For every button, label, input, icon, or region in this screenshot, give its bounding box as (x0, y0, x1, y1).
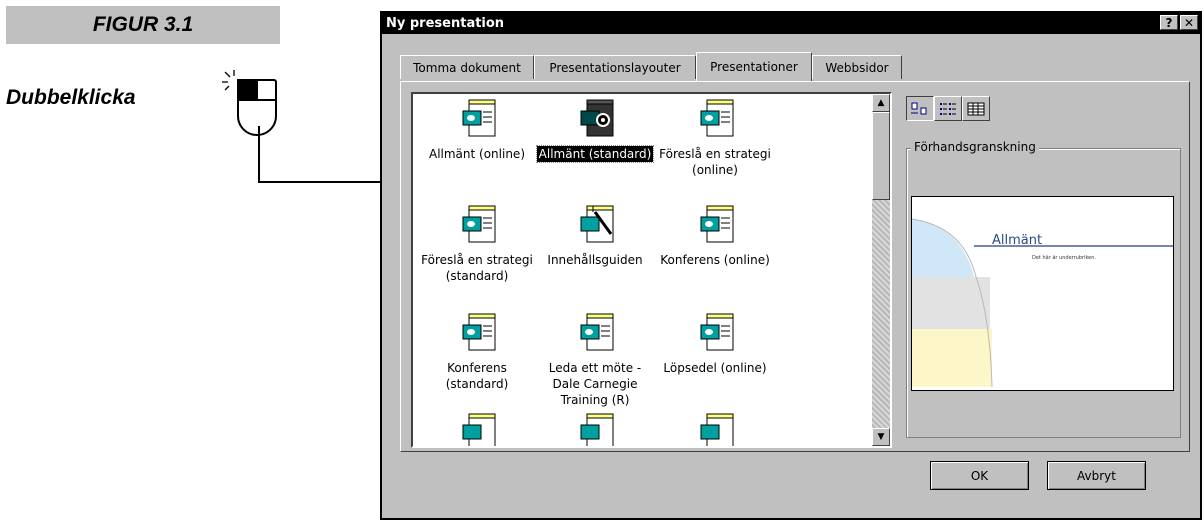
large-icons-view-button[interactable] (906, 96, 934, 121)
tab-tomma-dokument[interactable]: Tomma dokument (400, 55, 534, 79)
template-lopsedel-online[interactable]: Löpsedel (online) (653, 312, 777, 376)
figure-label-text: FIGUR 3.1 (92, 13, 194, 36)
large-icons-icon (911, 102, 927, 114)
new-presentation-dialog: Ny presentation ? ✕ Tomma dokument Prese… (380, 11, 1202, 520)
dialog-title: Ny presentation (386, 16, 505, 31)
template-konferens-standard[interactable]: Konferens (standard) (415, 312, 539, 392)
template-label: Allmänt (online) (428, 147, 525, 161)
presentation-template-icon (462, 205, 496, 243)
presentation-template-icon (580, 313, 614, 351)
template-label: Konferens (online) (660, 253, 770, 267)
template-label: Föreslå en strategi (online) (659, 147, 771, 177)
presentation-template-icon[interactable] (693, 412, 737, 448)
presentation-template-icon (700, 313, 734, 351)
slide-background-graphic (912, 218, 1173, 388)
template-label: Löpsedel (online) (663, 361, 767, 375)
scroll-thumb[interactable] (872, 112, 890, 200)
presentation-template-icon (462, 313, 496, 351)
presentation-template-icon (700, 99, 734, 137)
list-icon (940, 102, 956, 115)
preview-group-label: Förhandsgranskning (911, 140, 1039, 154)
mouse-icon (222, 70, 277, 136)
template-innehallsguiden[interactable]: Innehållsguiden (533, 204, 657, 268)
template-label: Leda ett möte - Dale Carnegie Training (… (548, 361, 642, 407)
presentation-template-icon (462, 99, 496, 137)
presentation-template-icon (580, 99, 614, 137)
template-allmant-standard[interactable]: Allmänt (standard) (533, 98, 657, 163)
tab-panel: Allmänt (online) Allmänt (standard) Före… (400, 81, 1190, 452)
template-list[interactable]: Allmänt (online) Allmänt (standard) Före… (411, 92, 892, 448)
wizard-icon (580, 205, 614, 243)
presentation-template-icon[interactable] (573, 412, 617, 448)
template-foresla-strategi-standard[interactable]: Föreslå en strategi (standard) (415, 204, 539, 284)
slide-preview-title: Allmänt (992, 233, 1043, 248)
ok-button[interactable]: OK (930, 461, 1029, 490)
cancel-button[interactable]: Avbryt (1047, 461, 1146, 490)
tab-presentationslayouter[interactable]: Presentationslayouter (534, 55, 696, 79)
details-icon (967, 102, 985, 115)
preview-group: Förhandsgranskning Allmänt Det här är un… (906, 140, 1181, 438)
template-konferens-online[interactable]: Konferens (online) (653, 204, 777, 268)
template-label: Allmänt (standard) (535, 145, 655, 163)
figure-label: FIGUR 3.1 (6, 6, 280, 44)
template-label: Konferens (standard) (445, 361, 509, 391)
tab-presentationer[interactable]: Presentationer (696, 52, 812, 81)
slide-preview: Allmänt Det här är underrubriken. (911, 196, 1174, 391)
template-label: Innehållsguiden (547, 253, 643, 267)
list-view-button[interactable] (934, 96, 962, 121)
double-click-label: Dubbelklicka (6, 86, 136, 109)
presentation-template-icon[interactable] (455, 412, 499, 448)
presentation-template-icon (700, 205, 734, 243)
help-button[interactable]: ? (1160, 15, 1178, 30)
template-label: Föreslå en strategi (standard) (421, 253, 533, 283)
scroll-up-button[interactable]: ▲ (872, 94, 890, 112)
slide-preview-subtitle: Det här är underrubriken. (1032, 255, 1097, 261)
template-allmant-online[interactable]: Allmänt (online) (415, 98, 539, 162)
tab-webbsidor[interactable]: Webbsidor (812, 55, 902, 79)
template-leda-ett-mote[interactable]: Leda ett möte - Dale Carnegie Training (… (533, 312, 657, 408)
template-foresla-strategi-online[interactable]: Föreslå en strategi (online) (653, 98, 777, 178)
dialog-titlebar[interactable]: Ny presentation ? ✕ (382, 13, 1200, 34)
close-button[interactable]: ✕ (1180, 15, 1198, 30)
details-view-button[interactable] (962, 96, 990, 121)
scroll-down-button[interactable]: ▼ (872, 428, 890, 446)
vertical-scrollbar[interactable]: ▲ ▼ (872, 94, 890, 446)
